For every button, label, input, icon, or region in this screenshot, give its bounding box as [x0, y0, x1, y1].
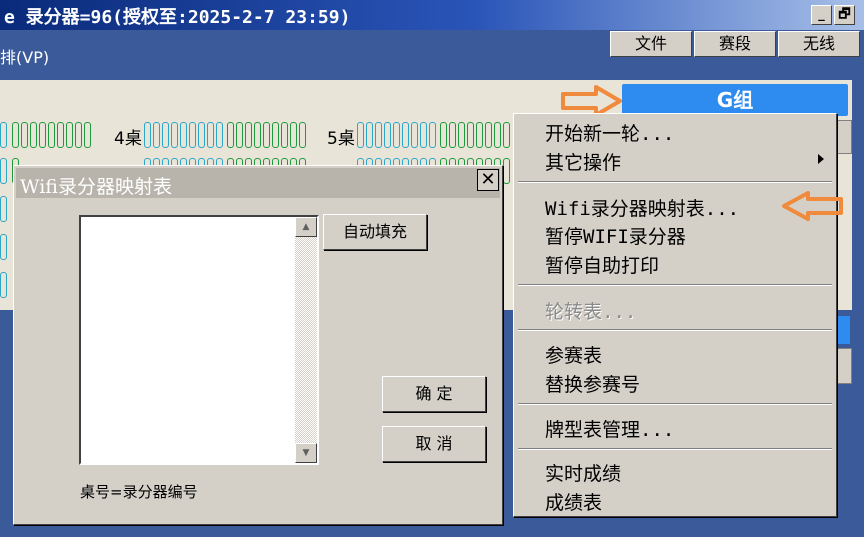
menu-stage[interactable]: 赛段 [694, 31, 776, 57]
recorder-cells[interactable] [0, 122, 7, 148]
recorder-cells[interactable] [144, 122, 223, 148]
recorder-cells[interactable] [0, 234, 7, 260]
mapping-listbox[interactable]: ▲ ▼ [79, 215, 319, 465]
right-group-edge [836, 316, 850, 344]
menu-separator [518, 448, 832, 450]
autofill-button[interactable]: 自动填充 [323, 214, 427, 250]
menu-item-entries[interactable]: 参赛表 [545, 341, 602, 368]
recorder-cells[interactable] [357, 122, 436, 148]
ok-button[interactable]: 确 定 [382, 376, 486, 412]
recorder-cells[interactable] [0, 272, 7, 298]
menu-separator [518, 329, 832, 331]
menu-separator [518, 181, 832, 183]
menu-item-replace-number[interactable]: 替换参赛号 [545, 370, 640, 397]
menu-item-new-round[interactable]: 开始新一轮... [545, 119, 674, 146]
restore-button[interactable]: 🗗 [834, 5, 855, 25]
group-header[interactable]: G组 [622, 84, 848, 116]
dialog-title-bar: Wifi录分器映射表 [16, 168, 500, 198]
cancel-button[interactable]: 取 消 [382, 426, 486, 462]
menu-separator [518, 284, 832, 286]
menu-item-other-ops[interactable]: 其它操作 [545, 148, 621, 175]
menu-item-deck-management[interactable]: 牌型表管理... [545, 415, 674, 442]
menu-item-pause-print[interactable]: 暂停自助打印 [545, 251, 659, 278]
listbox-scrollbar[interactable]: ▲ ▼ [295, 217, 317, 463]
menu-item-wifi-map[interactable]: Wifi录分器映射表... [545, 194, 739, 221]
submenu-arrow-icon [818, 154, 824, 164]
view-subtitle: 排(VP) [0, 48, 50, 67]
minimize-button[interactable]: _ [811, 5, 832, 25]
dialog-close-button[interactable]: ✕ [477, 169, 499, 191]
scroll-up-icon[interactable]: ▲ [295, 217, 317, 237]
recorder-cells[interactable] [12, 122, 91, 148]
menu-separator [518, 403, 832, 405]
dialog-title: Wifi录分器映射表 [20, 176, 172, 198]
dialog-hint: 桌号=录分器编号 [80, 483, 198, 501]
menu-wireless[interactable]: 无线 [778, 31, 860, 57]
left-arrow-annotation-icon [782, 191, 843, 221]
recorder-cells[interactable] [0, 196, 7, 222]
menu-file[interactable]: 文件 [610, 31, 692, 57]
recorder-cells[interactable] [227, 122, 306, 148]
menu-item-score-table[interactable]: 成绩表 [545, 488, 602, 515]
menu-item-pause-wifi[interactable]: 暂停WIFI录分器 [545, 222, 686, 249]
right-panel-edge [836, 348, 852, 384]
table-label-4: 4桌 [114, 129, 142, 149]
right-panel-edge [836, 120, 852, 154]
menu-item-rotation: 轮转表... [545, 301, 637, 323]
recorder-cells[interactable] [0, 158, 7, 184]
wifi-map-dialog: Wifi录分器映射表 ✕ ▲ ▼ 自动填充 确 定 取 消 桌号=录分器编号 [13, 165, 503, 525]
title-bar: e 录分器=96(授权至:2025-2-7 23:59) _ 🗗 [0, 0, 864, 30]
context-menu: 开始新一轮... 其它操作 Wifi录分器映射表... 暂停WIFI录分器 暂停… [513, 113, 837, 517]
scroll-down-icon[interactable]: ▼ [295, 443, 317, 463]
recorder-cells[interactable] [440, 122, 510, 148]
table-label-5: 5桌 [327, 129, 355, 149]
menu-item-live-score[interactable]: 实时成绩 [545, 459, 621, 486]
window-title: e 录分器=96(授权至:2025-2-7 23:59) [4, 7, 351, 28]
